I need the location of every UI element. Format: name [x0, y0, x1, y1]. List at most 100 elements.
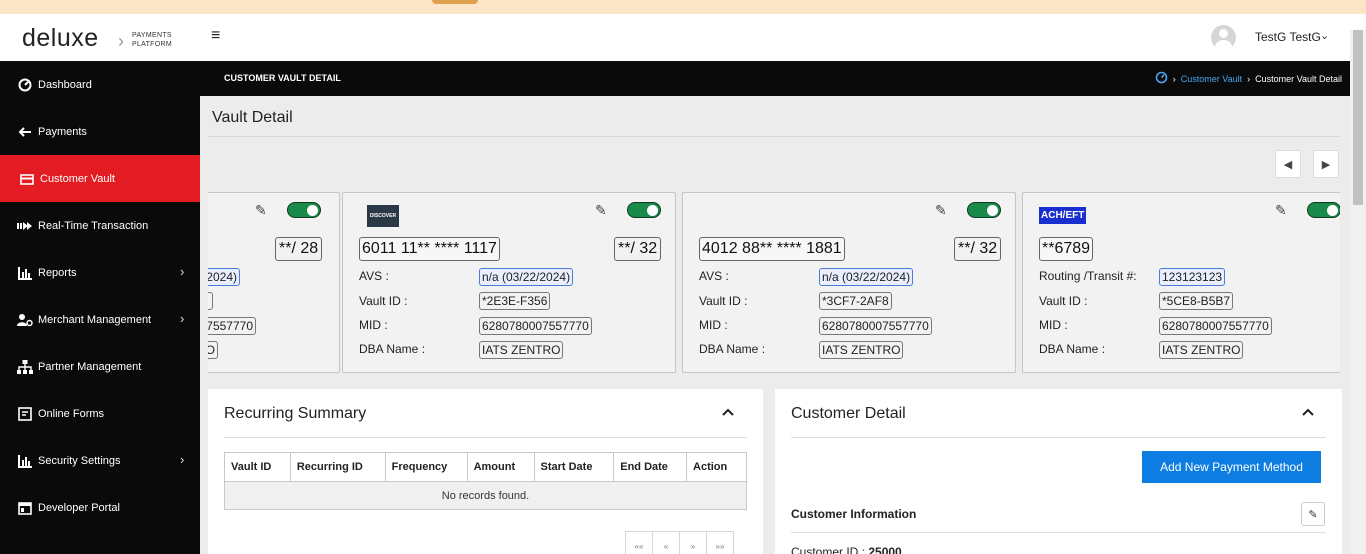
card-active-toggle[interactable] — [287, 202, 321, 218]
avs-value: 2024) — [208, 268, 240, 286]
sitemap-icon — [17, 359, 33, 375]
pencil-icon[interactable]: ✎ — [1275, 202, 1287, 219]
customer-detail-title: Customer Detail — [791, 405, 906, 422]
pencil-icon[interactable]: ✎ — [595, 202, 607, 219]
pencil-icon[interactable]: ✎ — [255, 202, 267, 219]
card-active-toggle[interactable] — [1307, 202, 1340, 218]
vault-card: ✎ 4012 88** **** 1881 **/ 32 AVS : n/a (… — [682, 192, 1016, 373]
logo-subtitle: PAYMENTS PLATFORM — [132, 31, 172, 49]
vault-detail-title: Vault Detail — [212, 109, 293, 126]
recurring-summary-title: Recurring Summary — [224, 405, 367, 422]
dba-label: DBA Name : — [699, 342, 766, 356]
empty-message: No records found. — [224, 481, 747, 510]
triangle-right-icon: ▶ — [1321, 158, 1331, 171]
card-expiry: **/ 32 — [954, 237, 1002, 261]
page-title: CUSTOMER VAULT DETAIL — [224, 73, 341, 83]
add-new-payment-method-button[interactable]: Add New Payment Method — [1142, 451, 1321, 483]
mid-value: 6280780007557770 — [1159, 317, 1272, 335]
recurring-summary-panel: Recurring Summary Vault ID Recurring ID … — [208, 389, 763, 554]
routing-label: Routing /Transit #: — [1039, 269, 1137, 283]
sidebar-item-developer-portal[interactable]: Developer Portal — [0, 484, 200, 531]
account-number: **6789 — [1039, 237, 1094, 261]
avs-value: n/a (03/22/2024) — [479, 268, 574, 286]
vault-id-value: *5CE8-B5B7 — [1159, 292, 1234, 310]
dba-label: DBA Name : — [359, 342, 426, 356]
pencil-icon: ✎ — [1308, 508, 1318, 521]
last-page-button[interactable]: »» — [706, 531, 734, 554]
column-header[interactable]: Recurring ID — [289, 452, 386, 482]
page-scrollbar[interactable] — [1350, 30, 1366, 554]
customer-id-value: 25000 — [868, 545, 902, 554]
deluxe-logo[interactable]: deluxe — [22, 24, 99, 53]
card-active-toggle[interactable] — [627, 202, 661, 218]
user-avatar[interactable] — [1211, 25, 1236, 50]
column-header[interactable]: Vault ID — [224, 452, 291, 482]
avs-label: AVS : — [359, 269, 389, 283]
first-page-button[interactable]: «« — [625, 531, 653, 554]
recurring-table: Vault ID Recurring ID Frequency Amount S… — [224, 452, 747, 510]
mid-value: 6280780007557770 — [819, 317, 932, 335]
sidebar: Dashboard Payments Customer Vault Real-T… — [0, 61, 200, 554]
sidebar-item-label: Developer Portal — [38, 502, 120, 514]
column-header[interactable]: Start Date — [533, 452, 615, 482]
column-header[interactable]: Action — [686, 452, 747, 482]
sidebar-item-payments[interactable]: Payments — [0, 108, 200, 155]
chevron-down-icon[interactable]: ⌄ — [1320, 29, 1329, 42]
vault-card: ✎ **/ 28 2024) 7557770 O — [208, 192, 340, 373]
vault-id-label: Vault ID : — [1039, 294, 1088, 308]
sidebar-item-label: Dashboard — [38, 79, 92, 91]
prev-page-button[interactable]: « — [652, 531, 680, 554]
card-expiry: **/ 32 — [614, 237, 662, 261]
scrollbar-thumb[interactable] — [1353, 30, 1363, 205]
vault-id-value: *2E3E-F356 — [479, 292, 551, 310]
username[interactable]: TestG TestG — [1255, 30, 1321, 44]
divider — [791, 532, 1326, 533]
sidebar-item-customer-vault[interactable]: Customer Vault — [0, 155, 200, 202]
sidebar-item-label: Reports — [38, 267, 77, 279]
sidebar-item-security-settings[interactable]: Security Settings › — [0, 437, 200, 484]
breadcrumb-current: Customer Vault Detail — [1255, 73, 1342, 84]
sidebar-item-online-forms[interactable]: Online Forms — [0, 390, 200, 437]
vault-id-label: Vault ID : — [699, 294, 748, 308]
chevron-right-icon: › — [180, 264, 185, 279]
mid-label: MID : — [699, 318, 728, 332]
customer-id-row: Customer ID : 25000 — [791, 545, 902, 554]
sidebar-item-label: Real-Time Transaction — [38, 220, 149, 232]
customer-id-label: Customer ID : — [791, 545, 866, 554]
column-header[interactable]: End Date — [613, 452, 688, 482]
carousel-next-button[interactable]: ▶ — [1313, 150, 1339, 178]
window-icon — [17, 500, 33, 516]
divider — [224, 437, 747, 438]
column-header[interactable]: Frequency — [384, 452, 468, 482]
sidebar-item-label: Merchant Management — [38, 314, 152, 326]
vault-id-value — [208, 292, 213, 310]
sidebar-item-merchant-management[interactable]: Merchant Management › — [0, 296, 200, 343]
hamburger-menu-icon[interactable]: ≡ — [211, 27, 220, 45]
vault-id-label: Vault ID : — [359, 294, 408, 308]
chevron-up-icon[interactable] — [1302, 403, 1314, 419]
sidebar-item-dashboard[interactable]: Dashboard — [0, 61, 200, 108]
column-header[interactable]: Amount — [466, 452, 535, 482]
top-tab-shape — [432, 0, 478, 4]
breadcrumb-link-customer-vault[interactable]: Customer Vault — [1181, 74, 1242, 84]
edit-customer-button[interactable]: ✎ — [1301, 502, 1325, 526]
chevron-up-icon[interactable] — [722, 403, 734, 419]
carousel-prev-button[interactable]: ◀ — [1275, 150, 1301, 178]
sidebar-item-partner-management[interactable]: Partner Management — [0, 343, 200, 390]
logo-sub-line2: PLATFORM — [132, 41, 172, 48]
logo-sub-line1: PAYMENTS — [132, 32, 172, 39]
table-row: No records found. — [224, 481, 747, 510]
sidebar-item-reports[interactable]: Reports › — [0, 249, 200, 296]
card-active-toggle[interactable] — [967, 202, 1001, 218]
bar-chart-icon — [17, 265, 33, 281]
form-icon — [17, 406, 33, 422]
chevron-right-icon: › — [1247, 73, 1251, 84]
logo-chevron-icon: › — [118, 31, 124, 51]
pencil-icon[interactable]: ✎ — [935, 202, 947, 219]
page-title-bar: CUSTOMER VAULT DETAIL › Customer Vault ›… — [200, 61, 1350, 96]
dashboard-icon[interactable] — [1155, 71, 1168, 86]
next-page-button[interactable]: » — [679, 531, 707, 554]
sidebar-item-real-time-transaction[interactable]: Real-Time Transaction — [0, 202, 200, 249]
dashboard-icon — [17, 77, 33, 93]
vault-card: ACH/EFT ✎ **6789 Routing /Transit #: 123… — [1022, 192, 1340, 373]
